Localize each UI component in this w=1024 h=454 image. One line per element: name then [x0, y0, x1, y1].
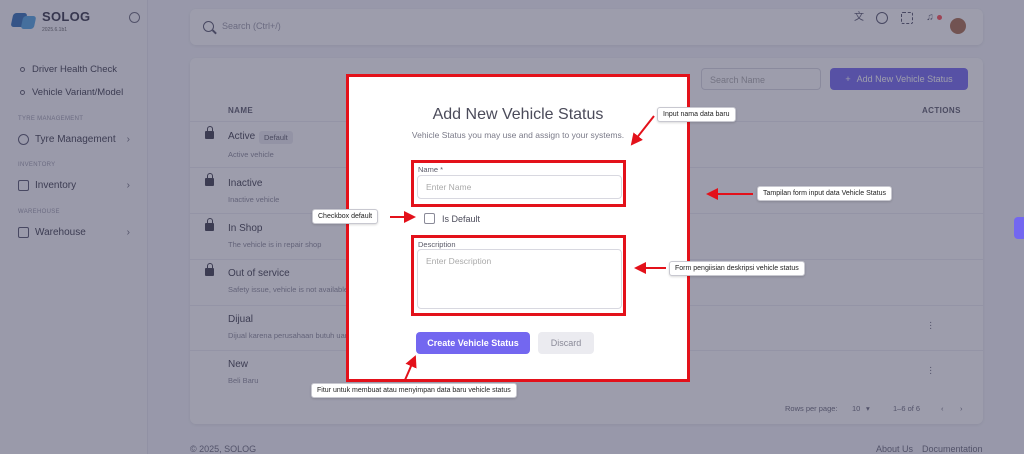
customizer-tab[interactable] [1014, 217, 1024, 239]
callout-create: Fitur untuk membuat atau menyimpan data … [311, 383, 517, 398]
add-vehicle-status-dialog: Add New Vehicle Status Vehicle Status yo… [346, 74, 690, 382]
name-label: Name * [418, 165, 444, 174]
callout-form: Tampilan form input data Vehicle Status [757, 186, 892, 201]
is-default-checkbox[interactable] [424, 213, 435, 224]
description-label: Description [418, 240, 456, 249]
callout-input-name: Input nama data baru [657, 107, 736, 122]
discard-button[interactable]: Discard [538, 332, 594, 354]
callout-description: Form pengiisian deskripsi vehicle status [669, 261, 805, 276]
dialog-title: Add New Vehicle Status [432, 106, 604, 123]
name-input[interactable]: Enter Name [417, 175, 622, 199]
callout-checkbox: Checkbox default [312, 209, 379, 224]
description-textarea[interactable]: Enter Description [417, 249, 622, 309]
is-default-label[interactable]: Is Default [442, 214, 480, 224]
create-vehicle-status-button[interactable]: Create Vehicle Status [416, 332, 530, 354]
dialog-subtitle: Vehicle Status you may use and assign to… [411, 130, 625, 140]
